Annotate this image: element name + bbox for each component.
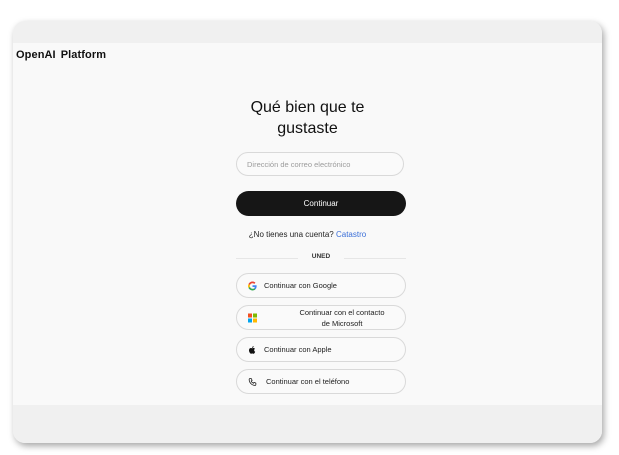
- brand-name: OpenAI: [16, 49, 56, 61]
- phone-login-button[interactable]: Continuar con el teléfono: [236, 369, 406, 394]
- microsoft-login-button[interactable]: Continuar con el contacto de Microsoft: [236, 305, 406, 330]
- signup-prompt: ¿No tienes una cuenta? Catastro: [13, 230, 602, 239]
- page-title: Qué bien que te gustaste: [13, 97, 602, 139]
- microsoft-login-label: Continuar con el contacto de Microsoft: [297, 306, 387, 329]
- phone-login-label: Continuar con el teléfono: [266, 377, 350, 386]
- phone-icon: [248, 377, 257, 386]
- signup-prompt-text: ¿No tienes una cuenta?: [248, 230, 334, 239]
- divider: UNED: [236, 253, 406, 263]
- brand-product: Platform: [60, 49, 107, 61]
- divider-line-right: [344, 258, 406, 259]
- apple-icon: [248, 345, 257, 354]
- google-login-label: Continuar con Google: [264, 281, 337, 290]
- page-title-line2: gustaste: [277, 120, 338, 137]
- google-login-button[interactable]: Continuar con Google: [236, 273, 406, 298]
- microsoft-login-label-line2: de Microsoft: [321, 318, 363, 328]
- brand-logo[interactable]: OpenAI Platform: [16, 49, 106, 61]
- apple-login-label: Continuar con Apple: [264, 345, 332, 354]
- apple-login-button[interactable]: Continuar con Apple: [236, 337, 406, 362]
- signup-link[interactable]: Catastro: [336, 230, 366, 239]
- microsoft-icon: [248, 313, 257, 322]
- page-title-line1: Qué bien que te: [250, 99, 365, 116]
- email-input[interactable]: [236, 152, 404, 176]
- window-top-bar: [13, 21, 602, 43]
- continue-button[interactable]: Continuar: [236, 191, 406, 216]
- browser-window: OpenAI Platform Qué bien que te gustaste …: [13, 21, 602, 443]
- microsoft-login-label-line1: Continuar con el contacto: [299, 307, 385, 317]
- google-icon: [248, 281, 257, 290]
- window-bottom-bar: [13, 405, 602, 443]
